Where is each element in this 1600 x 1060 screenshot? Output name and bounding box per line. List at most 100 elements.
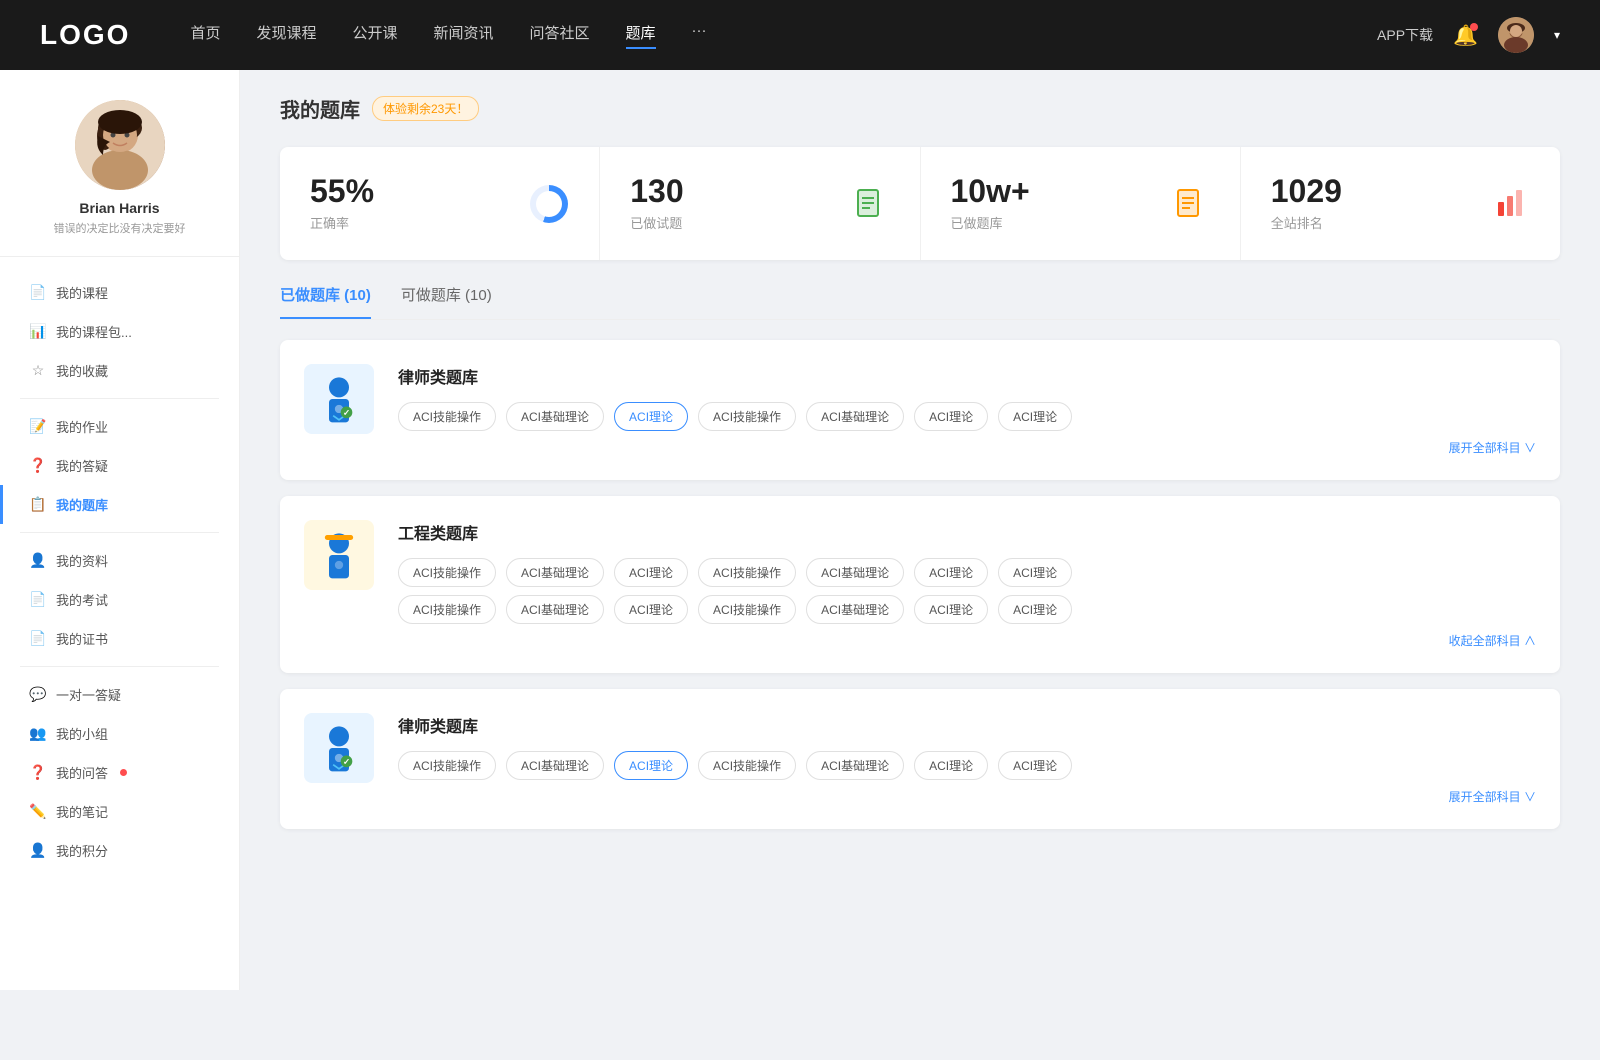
tab-done-banks[interactable]: 已做题库 (10) (280, 284, 371, 319)
nav-links: 首页 发现课程 公开课 新闻资讯 问答社区 题库 ··· (190, 22, 1377, 49)
tab-available-banks[interactable]: 可做题库 (10) (401, 284, 492, 319)
questions-icon: ❓ (30, 458, 46, 474)
group-icon: 👥 (30, 726, 46, 742)
app-download-link[interactable]: APP下载 (1377, 25, 1433, 45)
tag-eng-r1-4[interactable]: ACI基础理论 (806, 558, 904, 587)
stat-questions-value: 130 (630, 175, 833, 207)
sidebar-menu: 📄 我的课程 📊 我的课程包... ☆ 我的收藏 📝 我的作业 ❓ 我的答疑 � (0, 257, 239, 886)
main-content: 我的题库 体验剩余23天！ 55% 正确率 130 已做试题 (240, 70, 1600, 990)
sidebar-item-label: 我的考试 (56, 590, 108, 609)
tags-row-lawyer-1: ACI技能操作 ACI基础理论 ACI理论 ACI技能操作 ACI基础理论 AC… (398, 402, 1536, 431)
tag-eng-r2-6[interactable]: ACI理论 (998, 595, 1072, 624)
expand-lawyer-1[interactable]: 展开全部科目 ∨ (398, 439, 1536, 456)
nav-opencourse[interactable]: 公开课 (352, 22, 397, 49)
qa-icon: ❓ (30, 765, 46, 781)
tag-lawyer2-6[interactable]: ACI理论 (998, 751, 1072, 780)
sidebar-item-my-notes[interactable]: ✏️ 我的笔记 (0, 792, 239, 831)
avatar[interactable] (1498, 17, 1534, 53)
tag-lawyer1-2[interactable]: ACI理论 (614, 402, 688, 431)
tag-eng-r1-6[interactable]: ACI理论 (998, 558, 1072, 587)
tag-eng-r2-3[interactable]: ACI技能操作 (698, 595, 796, 624)
qa-notification-dot (120, 769, 127, 776)
tag-lawyer2-5[interactable]: ACI理论 (914, 751, 988, 780)
sidebar-username: Brian Harris (79, 200, 159, 216)
lawyer2-icon: ✓ (314, 723, 364, 773)
nav-more[interactable]: ··· (692, 22, 707, 49)
svg-text:✓: ✓ (343, 757, 350, 767)
sidebar-item-label: 一对一答疑 (56, 685, 121, 704)
nav-home[interactable]: 首页 (190, 22, 220, 49)
navbar-chevron-icon[interactable]: ▾ (1554, 28, 1560, 42)
profile-icon: 👤 (30, 553, 46, 569)
sidebar-item-my-points[interactable]: 👤 我的积分 (0, 831, 239, 870)
stats-row: 55% 正确率 130 已做试题 10w+ (280, 147, 1560, 260)
nav-news[interactable]: 新闻资讯 (434, 22, 494, 49)
stat-accuracy: 55% 正确率 (280, 147, 600, 260)
stat-banks-label: 已做题库 (951, 213, 1154, 232)
logo: LOGO (40, 19, 130, 51)
tag-lawyer1-3[interactable]: ACI技能操作 (698, 402, 796, 431)
page-wrapper: Brian Harris 错误的决定比没有决定要好 📄 我的课程 📊 我的课程包… (0, 70, 1600, 990)
tag-eng-r2-0[interactable]: ACI技能操作 (398, 595, 496, 624)
tag-lawyer1-0[interactable]: ACI技能操作 (398, 402, 496, 431)
category-card-inner-lawyer-2: ✓ 律师类题库 ACI技能操作 ACI基础理论 ACI理论 ACI技能操作 AC… (304, 713, 1536, 805)
nav-questionbank[interactable]: 题库 (626, 22, 656, 49)
tag-eng-r1-0[interactable]: ACI技能操作 (398, 558, 496, 587)
sidebar-item-my-questions[interactable]: ❓ 我的答疑 (0, 446, 239, 485)
nav-qa[interactable]: 问答社区 (530, 22, 590, 49)
tags-row-engineer-2: ACI技能操作 ACI基础理论 ACI理论 ACI技能操作 ACI基础理论 AC… (398, 595, 1536, 624)
category-title-lawyer-1: 律师类题库 (398, 364, 1536, 388)
notification-dot (1470, 23, 1478, 31)
tag-lawyer2-0[interactable]: ACI技能操作 (398, 751, 496, 780)
tag-eng-r1-1[interactable]: ACI基础理论 (506, 558, 604, 587)
sidebar-item-label: 我的小组 (56, 724, 108, 743)
tag-lawyer2-2[interactable]: ACI理论 (614, 751, 688, 780)
nav-discover[interactable]: 发现课程 (256, 22, 316, 49)
sidebar-item-homework[interactable]: 📝 我的作业 (0, 407, 239, 446)
collapse-engineer[interactable]: 收起全部科目 ∧ (398, 632, 1536, 649)
sidebar-item-label: 我的笔记 (56, 802, 108, 821)
sidebar-item-my-profile[interactable]: 👤 我的资料 (0, 541, 239, 580)
stat-ranking-text: 1029 全站排名 (1271, 175, 1474, 232)
tag-lawyer1-5[interactable]: ACI理论 (914, 402, 988, 431)
tag-eng-r2-2[interactable]: ACI理论 (614, 595, 688, 624)
doc-orange-icon (1170, 184, 1210, 224)
avatar-image (1498, 17, 1534, 53)
accuracy-pie-icon (529, 184, 569, 224)
expand-lawyer-2[interactable]: 展开全部科目 ∨ (398, 788, 1536, 805)
notification-bell[interactable]: 🔔 (1453, 23, 1478, 48)
tag-lawyer2-3[interactable]: ACI技能操作 (698, 751, 796, 780)
tag-eng-r2-4[interactable]: ACI基础理论 (806, 595, 904, 624)
tag-eng-r1-3[interactable]: ACI技能操作 (698, 558, 796, 587)
sidebar-item-one-on-one[interactable]: 💬 一对一答疑 (0, 675, 239, 714)
lawyer2-icon-wrap: ✓ (304, 713, 374, 783)
sidebar-item-favorites[interactable]: ☆ 我的收藏 (0, 351, 239, 390)
sidebar-item-question-bank[interactable]: 📋 我的题库 (0, 485, 239, 524)
tag-lawyer2-1[interactable]: ACI基础理论 (506, 751, 604, 780)
tag-lawyer1-4[interactable]: ACI基础理论 (806, 402, 904, 431)
stat-ranking-value: 1029 (1271, 175, 1474, 207)
tag-eng-r2-1[interactable]: ACI基础理论 (506, 595, 604, 624)
sidebar-item-my-qa[interactable]: ❓ 我的问答 (0, 753, 239, 792)
sidebar-item-my-exams[interactable]: 📄 我的考试 (0, 580, 239, 619)
sidebar-item-label: 我的作业 (56, 417, 108, 436)
pie-chart (530, 185, 568, 223)
sidebar-item-my-courses[interactable]: 📄 我的课程 (0, 273, 239, 312)
tag-lawyer1-1[interactable]: ACI基础理论 (506, 402, 604, 431)
sidebar-item-my-group[interactable]: 👥 我的小组 (0, 714, 239, 753)
sidebar-profile: Brian Harris 错误的决定比没有决定要好 (0, 100, 239, 257)
tag-lawyer2-4[interactable]: ACI基础理论 (806, 751, 904, 780)
tag-eng-r2-5[interactable]: ACI理论 (914, 595, 988, 624)
stat-accuracy-text: 55% 正确率 (310, 175, 513, 232)
tag-eng-r1-2[interactable]: ACI理论 (614, 558, 688, 587)
chart-red-icon (1490, 184, 1530, 224)
tag-lawyer1-6[interactable]: ACI理论 (998, 402, 1072, 431)
category-content-lawyer-1: 律师类题库 ACI技能操作 ACI基础理论 ACI理论 ACI技能操作 ACI基… (398, 364, 1536, 456)
sidebar-item-label: 我的积分 (56, 841, 108, 860)
sidebar-item-course-packages[interactable]: 📊 我的课程包... (0, 312, 239, 351)
sidebar-avatar (75, 100, 165, 190)
tag-eng-r1-5[interactable]: ACI理论 (914, 558, 988, 587)
sidebar-item-label: 我的证书 (56, 629, 108, 648)
sidebar-item-certificate[interactable]: 📄 我的证书 (0, 619, 239, 658)
stat-questions-text: 130 已做试题 (630, 175, 833, 232)
